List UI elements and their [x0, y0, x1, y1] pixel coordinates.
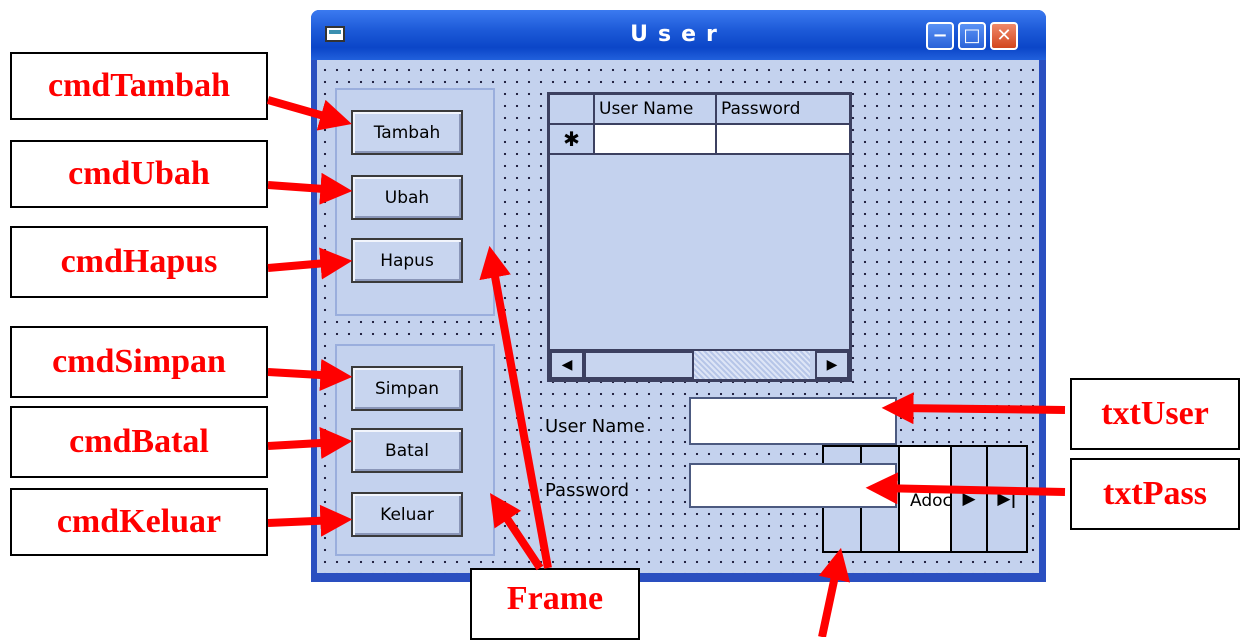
arrow-cmdhapus — [267, 247, 353, 280]
arrow-cmdbatal — [267, 427, 353, 459]
arrow-cmdkeluar — [267, 504, 353, 537]
arrow-cmdtambah — [266, 96, 352, 131]
arrow-cmdsimpan — [267, 359, 353, 391]
annotation-arrows — [266, 96, 1066, 637]
arrow-frame-bottom — [490, 493, 544, 571]
arrow-frame-top — [479, 245, 552, 569]
arrow-txtuser — [881, 392, 1066, 425]
arrow-cmdubah — [267, 172, 353, 205]
arrow-txtpass — [865, 472, 1066, 505]
arrow-adodc — [818, 547, 850, 637]
